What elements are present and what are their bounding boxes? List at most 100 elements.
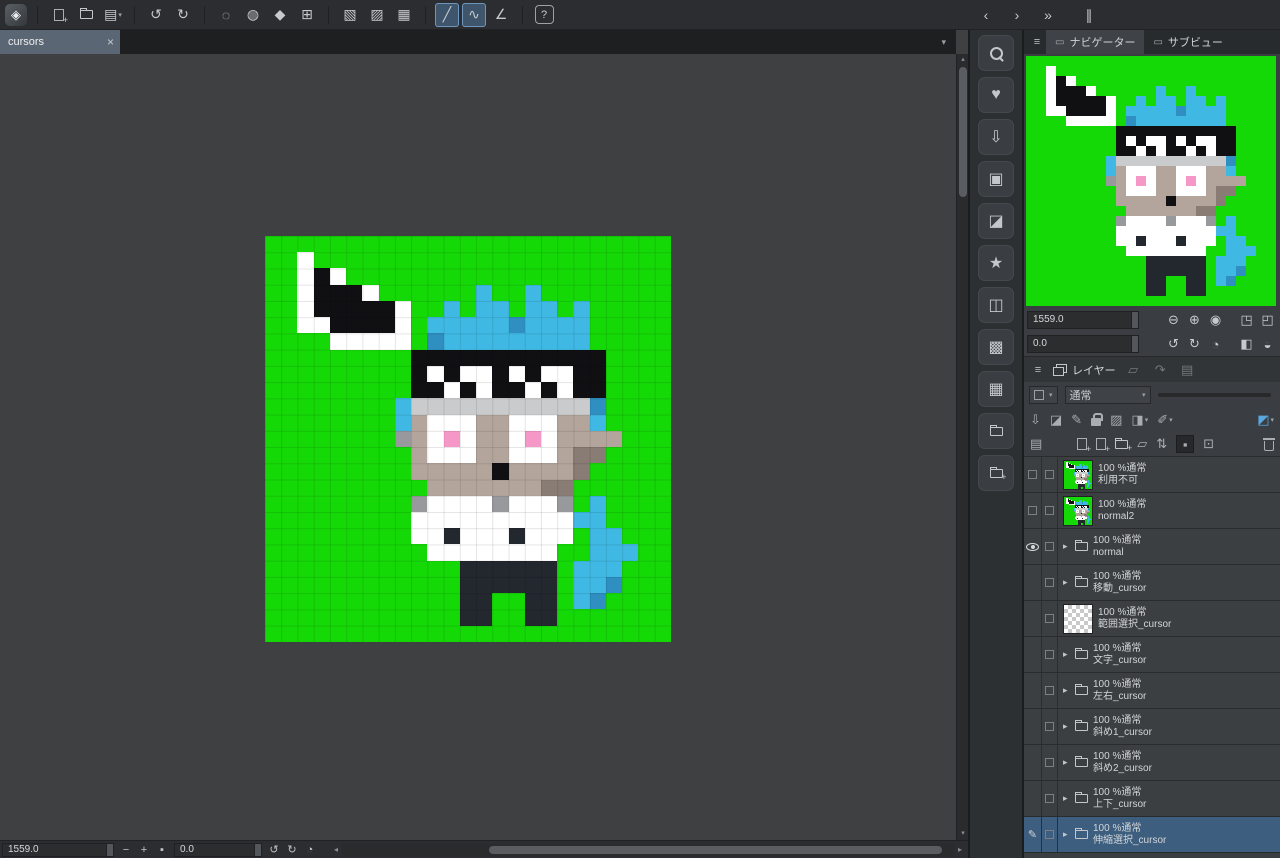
scroll-left-icon[interactable]: ◂ [330,845,342,854]
tab-list-chevron-icon[interactable]: ▾ [941,37,946,48]
canvas-area[interactable] [0,54,956,840]
open-file-button[interactable] [74,3,98,27]
rect-select-button[interactable]: ▧ [338,3,362,27]
layer-visibility-cell[interactable] [1024,709,1042,744]
flip-horizontal-icon[interactable]: ◧ [1237,335,1256,354]
zoom-100-icon[interactable]: ◉ [1206,311,1225,330]
fit-to-screen-icon[interactable]: ◰ [1258,311,1277,330]
zoom-out-button[interactable]: − [118,842,134,858]
combine-layer-icon[interactable]: ⊡ [1203,435,1214,453]
fill-tool-button[interactable]: ◆ [268,3,292,27]
rotate-left-button[interactable]: ↺ [266,842,282,858]
layer-visibility-cell[interactable] [1024,601,1042,636]
draft-layer-icon[interactable]: ✎ [1071,411,1082,429]
layer-row[interactable]: ▸ 100 %通常 上下_cursor [1024,781,1280,817]
zoom-in-button[interactable]: + [136,842,152,858]
angle-tool-button[interactable]: ∠ [489,3,513,27]
help-button[interactable]: ? [532,3,556,27]
layer-content[interactable]: ▸ 100 %通常 斜め1_cursor [1058,709,1280,744]
canvas-vertical-scrollbar[interactable]: ▴ ▾ [956,54,968,840]
rotate-right-button[interactable]: ↻ [284,842,300,858]
download-materials-icon[interactable]: ⇩ [978,119,1014,155]
layer-checkbox-cell[interactable] [1042,529,1058,564]
navigator-zoom-slider-handle[interactable] [1131,312,1138,328]
expand-arrow-icon[interactable]: ▸ [1063,829,1070,840]
statusbar-rotation-slider-handle[interactable] [254,843,261,856]
material-grid-icon[interactable]: ▦ [978,371,1014,407]
layer-checkbox-cell[interactable] [1042,493,1058,528]
statusbar-rotation-box[interactable]: 0.0 [174,842,262,857]
zoom-reset-button[interactable]: ▪ [154,842,170,858]
rotate-right-icon[interactable]: ↻ [1185,335,1204,354]
layer-row[interactable]: ▸ 100 %通常 斜め1_cursor [1024,709,1280,745]
layer-content[interactable]: 100 %通常 normal2 [1058,493,1280,528]
layer-content[interactable]: ▸ 100 %通常 伸縮選択_cursor [1058,817,1280,852]
enable-mask-icon[interactable]: ◨ ▾ [1131,411,1148,429]
dock-handle-icon[interactable]: ∥ [1077,3,1101,27]
layer-row[interactable]: ▸ 100 %通常 移動_cursor [1024,565,1280,601]
canvas-artwork[interactable] [265,236,671,642]
navigator-menu-icon[interactable]: ≡ [1028,36,1046,48]
new-file-button[interactable] [47,3,71,27]
layer-content[interactable]: ▸ 100 %通常 normal [1058,529,1280,564]
layer-list-view-icon[interactable]: ▤ [1030,435,1042,453]
rotate-left-icon[interactable]: ↺ [1164,335,1183,354]
new-layer-icon[interactable] [1077,435,1091,454]
line-tool-button[interactable]: ╱ [435,2,459,27]
deselect-button[interactable]: ◌ [214,3,238,27]
hscroll-thumb[interactable] [488,845,942,854]
redo-button[interactable]: ↻ [171,3,195,27]
layer-visibility-cell[interactable] [1024,529,1042,564]
layer-content[interactable]: ▸ 100 %通常 移動_cursor [1058,565,1280,600]
curve-tool-button[interactable]: ∿ [462,2,486,27]
expand-arrow-icon[interactable]: ▸ [1063,793,1070,804]
layer-row[interactable]: ▸ 100 %通常 左右_cursor [1024,673,1280,709]
material-box-icon[interactable]: ▣ [978,161,1014,197]
zoom-in-icon[interactable]: ⊕ [1185,311,1204,330]
layer-row[interactable]: ▸ 100 %通常 斜め2_cursor [1024,745,1280,781]
material-star-icon[interactable]: ★ [978,245,1014,281]
zoom-out-icon[interactable]: ⊖ [1164,311,1183,330]
document-tab-cursors[interactable]: cursors × [0,30,120,54]
new-folder-icon[interactable] [1115,435,1132,453]
lock-transparent-pixels-icon[interactable]: ▨ [1110,411,1122,429]
fit-to-window-icon[interactable]: ◳ [1237,311,1256,330]
material-image-icon[interactable]: ◫ [978,287,1014,323]
material-pattern-icon[interactable]: ▩ [978,329,1014,365]
layer-checkbox-cell[interactable] [1042,709,1058,744]
quick-access-search-icon[interactable] [978,35,1014,71]
transfer-layer-icon[interactable]: ⇅ [1156,435,1167,453]
layer-checkbox-cell[interactable] [1042,817,1058,852]
reset-rotation-icon[interactable]: ◔ [1206,335,1225,354]
layer-row[interactable]: ✎ ▸ 100 %通常 伸縮選択_cursor [1024,817,1280,853]
layer-content[interactable]: ▸ 100 %通常 斜め2_cursor [1058,745,1280,780]
vscroll-thumb[interactable] [959,67,967,197]
layer-visibility-cell[interactable] [1024,673,1042,708]
layer-content[interactable]: 100 %通常 利用不可 [1058,457,1280,492]
new-layer-settings-icon[interactable] [1096,435,1110,454]
scroll-right-icon[interactable]: ▸ [954,845,966,854]
duplicate-layer-icon[interactable]: ▱ [1137,435,1147,453]
canvas-horizontal-scrollbar[interactable]: ◂ ▸ [330,843,966,856]
navigator-zoom-box[interactable]: 1559.0 [1027,311,1139,329]
layer-visibility-cell[interactable]: ✎ [1024,817,1042,852]
navigator-rotation-slider-handle[interactable] [1131,336,1138,352]
layer-menu-icon[interactable]: ≡ [1029,364,1047,376]
expand-arrow-icon[interactable]: ▸ [1063,685,1070,696]
expand-arrow-icon[interactable]: ▸ [1063,577,1070,588]
layer-checkbox-cell[interactable] [1042,601,1058,636]
ruler-icon[interactable]: ✐ ▾ [1157,411,1172,429]
layer-checkbox-cell[interactable] [1042,637,1058,672]
layer-row[interactable]: ▸ 100 %通常 normal [1024,529,1280,565]
layer-visibility-cell[interactable] [1024,493,1042,528]
layer-checkbox-cell[interactable] [1042,781,1058,816]
expand-all-dock-icon[interactable]: » [1036,3,1060,27]
layer-visibility-cell[interactable] [1024,457,1042,492]
favorites-heart-icon[interactable]: ♥ [978,77,1014,113]
statusbar-zoom-box[interactable]: 1559.0 [2,842,114,857]
collapse-dock-icon[interactable]: ‹ [974,3,998,27]
palette-tab-navigator[interactable]: ▭ ナビゲーター [1046,30,1145,54]
invert-selection-button[interactable]: ◍ [241,3,265,27]
expand-arrow-icon[interactable]: ▸ [1063,649,1070,660]
material-illustration-icon[interactable]: ◪ [978,203,1014,239]
